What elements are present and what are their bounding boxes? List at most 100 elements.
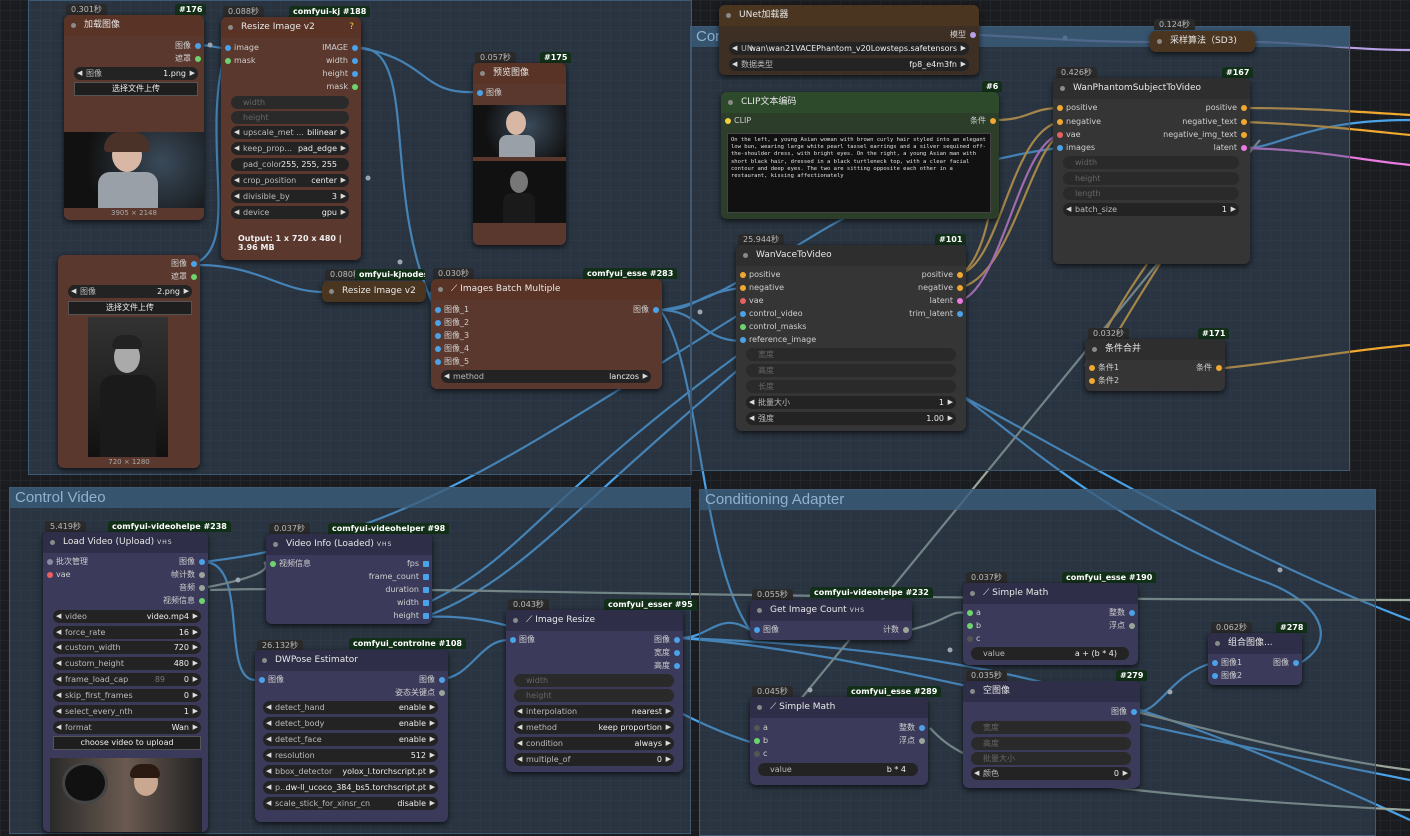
node-title[interactable]: ⟋ Images Batch Multiple <box>431 279 662 300</box>
output-image[interactable]: 图像 <box>1273 657 1300 669</box>
input-a[interactable]: a <box>965 607 981 619</box>
output-frame-count[interactable]: 帧计数 <box>171 569 206 581</box>
output-mask[interactable]: 遮罩 <box>175 53 202 65</box>
input-negative[interactable]: negative <box>738 282 784 294</box>
node-title[interactable]: UNet加载器 <box>719 5 979 26</box>
input-image[interactable]: 图像 <box>752 624 779 636</box>
height-input[interactable]: 高度 <box>971 737 1131 750</box>
collapse-dot-icon[interactable] <box>513 618 518 623</box>
height-input[interactable]: height <box>514 689 674 702</box>
output-height[interactable]: 高度 <box>654 660 681 672</box>
output-image[interactable]: 图像 <box>419 674 446 686</box>
node-title[interactable]: 加载图像 <box>64 15 204 36</box>
input-negative[interactable]: negative <box>1055 116 1101 128</box>
pad-color-input[interactable]: pad_color 255, 255, 255 <box>231 158 349 171</box>
node-images-batch-multiple-283[interactable]: ⟋ Images Batch Multiple 图像_1 图像_2 图像_3 图… <box>431 279 662 389</box>
value-input[interactable]: value a + (b * 4) <box>971 647 1129 660</box>
crop-position-select[interactable]: ◀ crop_position center ▶ <box>231 174 349 187</box>
upload-video-button[interactable]: choose video to upload <box>53 736 201 750</box>
node-title[interactable]: WanVaceToVideo <box>736 245 966 266</box>
width-input[interactable]: 宽度 <box>746 348 956 361</box>
node-title[interactable]: Resize Image v2 <box>322 281 426 302</box>
node-image-resize-95[interactable]: ⟋ Image Resize 图像 图像 宽度 高度 width height … <box>506 610 683 772</box>
node-title[interactable]: 预览图像 <box>473 63 566 84</box>
collapse-dot-icon[interactable] <box>438 287 443 292</box>
device-select[interactable]: ◀ device gpu ▶ <box>231 206 349 219</box>
node-dwpose-108[interactable]: DWPose Estimator 图像 图像 姿态关键点 ◀ detect_han… <box>255 650 448 822</box>
input-reference-image[interactable]: reference_image <box>738 334 816 346</box>
skip-first-frames-stepper[interactable]: ◀ skip_first_frames 0 ▶ <box>53 689 201 702</box>
video-select[interactable]: ◀ video video.mp4 ▶ <box>53 610 201 623</box>
custom-width-stepper[interactable]: ◀ custom_width 720 ▶ <box>53 641 201 654</box>
node-title[interactable]: Resize Image v2? <box>221 17 361 38</box>
collapse-dot-icon[interactable] <box>757 705 762 710</box>
output-width[interactable]: 宽度 <box>654 647 681 659</box>
interpolation-select[interactable]: ◀ interpolation nearest ▶ <box>514 705 674 718</box>
output-image[interactable]: 图像 <box>175 40 202 52</box>
output-model[interactable]: 模型 <box>950 29 977 41</box>
collapse-dot-icon[interactable] <box>228 25 233 30</box>
batch-size-stepper[interactable]: ◀ 批量大小 1 ▶ <box>746 396 956 409</box>
output-negative-img-text[interactable]: negative_img_text <box>1163 129 1248 141</box>
input-images[interactable]: images <box>1055 142 1095 154</box>
output-image[interactable]: 图像 <box>179 556 206 568</box>
output-image[interactable]: 图像 <box>633 304 660 316</box>
width-input[interactable]: width <box>514 674 674 687</box>
image-select[interactable]: ◀ 图像 2.png ▶ <box>68 285 192 298</box>
unet-name-select[interactable]: ◀ UN... wan\wan21VACEPhantom_v20Lowsteps.s… <box>729 42 969 55</box>
format-select[interactable]: ◀ format Wan ▶ <box>53 721 201 734</box>
node-title[interactable]: WanPhantomSubjectToVideo <box>1053 78 1250 99</box>
weight-dtype-select[interactable]: ◀ 数据类型 fp8_e4m3fn ▶ <box>729 58 969 71</box>
upload-button[interactable]: 选择文件上传 <box>74 82 198 96</box>
detect-body-select[interactable]: ◀ detect_body enable ▶ <box>263 717 438 730</box>
height-input[interactable]: height <box>1063 172 1239 185</box>
width-input[interactable]: 宽度 <box>971 721 1131 734</box>
output-image[interactable]: IMAGE <box>322 42 359 54</box>
output-audio[interactable]: 音频 <box>179 582 206 594</box>
output-height[interactable]: height <box>394 610 431 622</box>
node-resize-image-188[interactable]: Resize Image v2? image mask IMAGE width … <box>221 17 361 260</box>
input-clip[interactable]: CLIP <box>723 115 751 127</box>
width-input[interactable]: width <box>1063 156 1239 169</box>
select-every-nth-stepper[interactable]: ◀ select_every_nth 1 ▶ <box>53 705 201 718</box>
input-vae[interactable]: vae <box>45 569 71 581</box>
keep-proportion-select[interactable]: ◀ keep_prop... pad_edge ▶ <box>231 142 349 155</box>
prompt-textarea[interactable]: On the left, a young Asian woman with br… <box>727 133 991 213</box>
output-float[interactable]: 浮点 <box>1109 620 1136 632</box>
output-video-info[interactable]: 视频信息 <box>163 595 206 607</box>
input-vae[interactable]: vae <box>738 295 764 307</box>
multiple-of-stepper[interactable]: ◀ multiple_of 0 ▶ <box>514 753 674 766</box>
batch-size-input[interactable]: 批量大小 <box>971 752 1131 765</box>
height-input[interactable]: 高度 <box>746 364 956 377</box>
input-image-3[interactable]: 图像_3 <box>433 330 469 342</box>
node-simple-math-190[interactable]: ⟋ Simple Math a b c 整数 浮点 value a + (b * … <box>963 583 1138 665</box>
input-image[interactable]: 图像 <box>257 674 284 686</box>
node-title[interactable]: 空图像 <box>963 681 1140 702</box>
output-width[interactable]: width <box>326 55 359 67</box>
width-input[interactable]: width <box>231 96 349 109</box>
scale-stick-select[interactable]: ◀ scale_stick_for_xinsr_cn disable ▶ <box>263 797 438 810</box>
node-title[interactable]: DWPose Estimator <box>255 650 448 671</box>
collapse-dot-icon[interactable] <box>726 13 731 18</box>
node-load-image-176[interactable]: 加载图像 图像 遮罩 ◀ 图像 1.png ▶ 选择文件上传 3905 × 2148 <box>64 15 204 220</box>
collapse-dot-icon[interactable] <box>71 23 76 28</box>
method-select[interactable]: ◀ method lanczos ▶ <box>441 370 651 383</box>
input-video-info[interactable]: 视频信息 <box>268 558 311 570</box>
output-mask[interactable]: mask <box>327 81 360 93</box>
output-conditioning[interactable]: 条件 <box>970 115 997 127</box>
detect-hand-select[interactable]: ◀ detect_hand enable ▶ <box>263 701 438 714</box>
resolution-stepper[interactable]: ◀ resolution 512 ▶ <box>263 749 438 762</box>
output-float[interactable]: 浮点 <box>899 735 926 747</box>
custom-height-stepper[interactable]: ◀ custom_height 480 ▶ <box>53 657 201 670</box>
output-image[interactable]: 图像 <box>171 258 198 270</box>
divisible-by-stepper[interactable]: ◀ divisible_by 3 ▶ <box>231 190 349 203</box>
input-c[interactable]: c <box>965 633 980 645</box>
input-conditioning-2[interactable]: 条件2 <box>1087 375 1119 387</box>
height-input[interactable]: height <box>231 111 349 124</box>
node-title[interactable]: 组合图像... <box>1208 633 1302 654</box>
collapse-dot-icon[interactable] <box>1060 86 1065 91</box>
node-title[interactable]: 条件合并 <box>1085 339 1225 360</box>
bbox-detector-select[interactable]: ◀ bbox_detector yolox_l.torchscript.pt ▶ <box>263 765 438 778</box>
upload-button[interactable]: 选择文件上传 <box>68 301 192 315</box>
node-title[interactable]: CLIP文本编码 <box>721 92 999 113</box>
